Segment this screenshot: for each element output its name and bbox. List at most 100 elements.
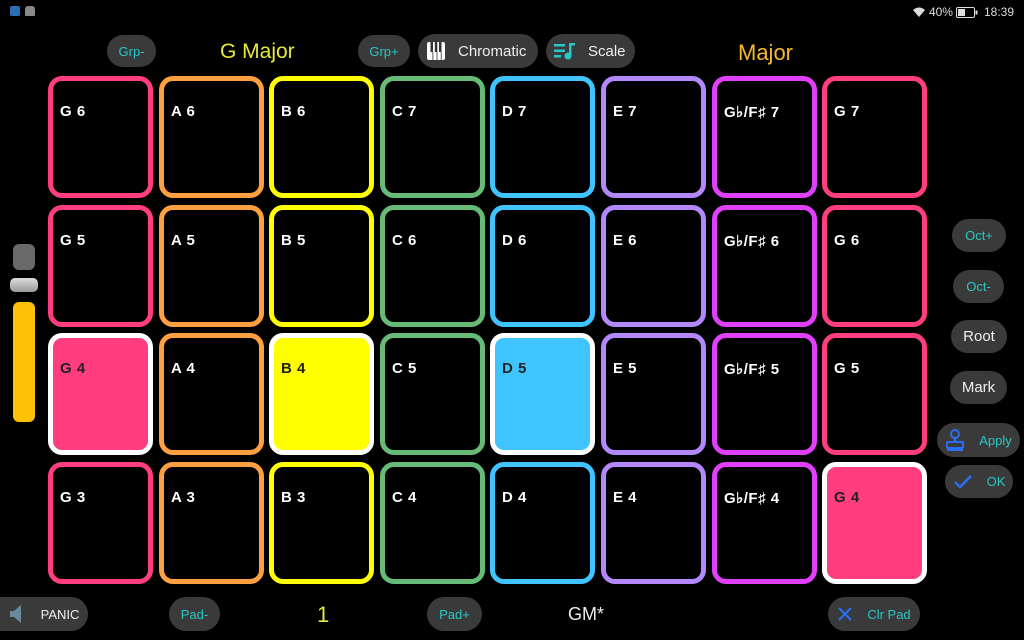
note-pad[interactable]: C 5: [380, 333, 485, 455]
note-pad[interactable]: G 3: [48, 462, 153, 584]
note-pad[interactable]: G♭/F♯ 6: [712, 205, 817, 327]
note-pad-label: A 6: [171, 103, 196, 120]
note-pad[interactable]: G 5: [48, 205, 153, 327]
chromatic-label: Chromatic: [458, 42, 527, 60]
note-pad-label: B 4: [281, 360, 306, 377]
note-pad[interactable]: G 4: [48, 333, 153, 455]
note-pad-label: D 4: [502, 489, 527, 506]
note-pad-label: G 5: [834, 360, 860, 377]
status-right: 40% 18:39: [912, 5, 1014, 19]
note-pad[interactable]: E 7: [601, 76, 706, 198]
group-plus-button[interactable]: Grp+: [358, 35, 410, 67]
pad-plus-label: Pad+: [439, 606, 470, 622]
note-pad-label: E 5: [613, 360, 638, 377]
stamp-icon: [945, 429, 965, 451]
note-pad[interactable]: C 7: [380, 76, 485, 198]
panic-label: PANIC: [40, 606, 80, 622]
music-list-icon: [554, 42, 576, 60]
clear-pad-label: Clr Pad: [867, 606, 911, 622]
note-pad-label: E 7: [613, 103, 638, 120]
note-pad[interactable]: B 4: [269, 333, 374, 455]
note-pad-label: G 6: [60, 103, 86, 120]
pad-minus-label: Pad-: [180, 606, 209, 622]
octave-up-label: Oct+: [965, 228, 993, 243]
ok-button[interactable]: OK: [945, 465, 1013, 498]
note-pad[interactable]: D 7: [490, 76, 595, 198]
note-pad[interactable]: A 5: [159, 205, 264, 327]
battery-percent: 40%: [928, 5, 953, 19]
close-x-icon: [837, 606, 853, 622]
note-pad[interactable]: E 6: [601, 205, 706, 327]
note-pad[interactable]: E 5: [601, 333, 706, 455]
battery-icon: [955, 6, 978, 18]
chromatic-button[interactable]: Chromatic: [418, 34, 538, 68]
scale-label: Scale: [588, 42, 626, 60]
note-pad-label: G 7: [834, 103, 860, 120]
note-pad[interactable]: B 5: [269, 205, 374, 327]
octave-down-button[interactable]: Oct-: [953, 270, 1004, 303]
status-left-icons: [10, 6, 35, 16]
note-pad-label: E 6: [613, 232, 638, 249]
speaker-mute-icon: [9, 604, 23, 624]
mark-button[interactable]: Mark: [950, 371, 1007, 404]
octave-up-button[interactable]: Oct+: [952, 219, 1006, 252]
shield-app-icon: [10, 6, 20, 16]
piano-keys-icon: [426, 41, 446, 61]
note-pad[interactable]: D 6: [490, 205, 595, 327]
pad-grid: G 6 A 6 B 6 C 7 D 7 E 7 G♭/F♯ 7 G 7 G 5 A 5 B 5 C 6…: [48, 76, 932, 586]
note-pad[interactable]: D 4: [490, 462, 595, 584]
pad-number: 1: [317, 602, 330, 627]
ok-label: OK: [986, 474, 1006, 489]
note-pad[interactable]: A 3: [159, 462, 264, 584]
apply-label: Apply: [979, 432, 1012, 448]
note-pad-label: C 4: [392, 489, 417, 506]
group-plus-label: Grp+: [369, 43, 399, 59]
note-pad[interactable]: G 4: [822, 462, 927, 584]
note-pad-label: D 5: [502, 360, 527, 377]
note-pad[interactable]: C 4: [380, 462, 485, 584]
checkmark-icon: [953, 474, 973, 490]
note-pad-label: D 7: [502, 103, 527, 120]
clock: 18:39: [983, 5, 1014, 19]
note-pad-label: C 5: [392, 360, 417, 377]
note-pad-label: G 6: [834, 232, 860, 249]
note-pad[interactable]: A 4: [159, 333, 264, 455]
slider-handle[interactable]: [10, 278, 38, 292]
apply-button[interactable]: Apply: [937, 423, 1020, 457]
note-pad[interactable]: G 6: [822, 205, 927, 327]
note-pad[interactable]: G 5: [822, 333, 927, 455]
note-pad-label: C 7: [392, 103, 417, 120]
note-pad-label: G 3: [60, 489, 86, 506]
note-pad[interactable]: B 3: [269, 462, 374, 584]
note-pad-label: B 6: [281, 103, 306, 120]
root-button[interactable]: Root: [951, 320, 1007, 353]
note-pad-label: G♭/F♯ 7: [724, 104, 780, 121]
octave-down-label: Oct-: [966, 279, 991, 294]
scale-name: Major: [738, 40, 794, 65]
note-pad-label: A 5: [171, 232, 196, 249]
panic-button[interactable]: PANIC: [0, 597, 88, 631]
pad-minus-button[interactable]: Pad-: [169, 597, 220, 631]
note-pad-label: G♭/F♯ 6: [724, 233, 780, 250]
note-pad[interactable]: G♭/F♯ 7: [712, 76, 817, 198]
scale-button[interactable]: Scale: [546, 34, 635, 68]
group-minus-button[interactable]: Grp-: [107, 35, 156, 67]
note-pad-label: A 4: [171, 360, 196, 377]
note-pad-label: D 6: [502, 232, 527, 249]
pad-plus-button[interactable]: Pad+: [427, 597, 482, 631]
note-pad[interactable]: G♭/F♯ 5: [712, 333, 817, 455]
note-pad[interactable]: G 7: [822, 76, 927, 198]
note-pad[interactable]: E 4: [601, 462, 706, 584]
clear-pad-button[interactable]: Clr Pad: [828, 597, 920, 631]
note-pad-label: E 4: [613, 489, 638, 506]
note-pad[interactable]: D 5: [490, 333, 595, 455]
note-pad[interactable]: G♭/F♯ 4: [712, 462, 817, 584]
key-title: G Major: [220, 40, 295, 63]
root-label: Root: [963, 328, 995, 345]
note-pad[interactable]: B 6: [269, 76, 374, 198]
note-pad[interactable]: G 6: [48, 76, 153, 198]
note-pad-label: G♭/F♯ 4: [724, 490, 780, 507]
note-pad[interactable]: A 6: [159, 76, 264, 198]
velocity-slider[interactable]: [0, 242, 48, 424]
note-pad[interactable]: C 6: [380, 205, 485, 327]
